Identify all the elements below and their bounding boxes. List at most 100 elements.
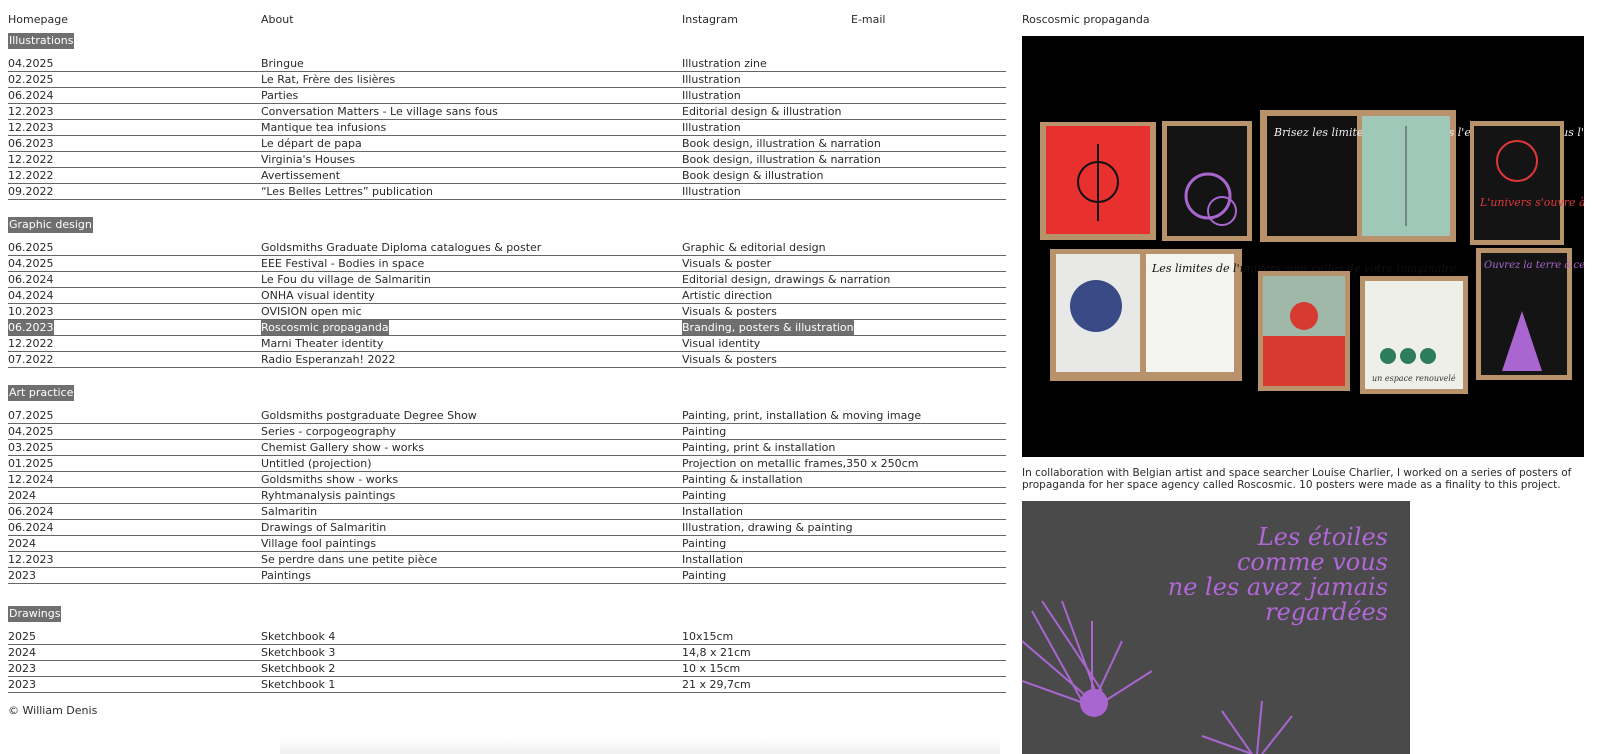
row-title: Paintings bbox=[261, 569, 311, 582]
row-category: Painting bbox=[682, 425, 727, 438]
nav-email-link[interactable]: E-mail bbox=[851, 13, 886, 27]
row-title: “Les Belles Lettres” publication bbox=[261, 185, 433, 198]
table-row[interactable]: 12.2024 Goldsmiths show - works Painting &… bbox=[8, 472, 1006, 488]
table-row[interactable]: 02.2025 Le Rat, Frère des lisières Illustr… bbox=[8, 72, 1006, 88]
nav-instagram-link[interactable]: Instagram bbox=[682, 13, 738, 27]
row-category: Installation bbox=[682, 553, 743, 566]
row-category: Illustration bbox=[682, 73, 741, 86]
row-category: Painting, print & installation bbox=[682, 441, 836, 454]
row-date: 07.2025 bbox=[8, 409, 54, 422]
row-date: 03.2025 bbox=[8, 441, 54, 454]
row-title: Salmaritin bbox=[261, 505, 318, 518]
row-title: OVISION open mic bbox=[261, 305, 362, 318]
row-category: Painting, print, installation & moving i… bbox=[682, 409, 922, 422]
row-category: Painting bbox=[682, 537, 727, 550]
table-row[interactable]: 2024 Village fool paintings Painting bbox=[8, 536, 1006, 552]
nav-about-link[interactable]: About bbox=[261, 13, 294, 27]
bottom-shadow bbox=[280, 738, 1000, 754]
row-date: 09.2022 bbox=[8, 185, 54, 198]
row-category: Illustration bbox=[682, 185, 741, 198]
row-category: Artistic direction bbox=[682, 289, 773, 302]
row-title: Sketchbook 1 bbox=[261, 678, 336, 691]
table-row[interactable]: 01.2025 Untitled (projection) Projection o… bbox=[8, 456, 1006, 472]
row-date: 2024 bbox=[8, 646, 36, 659]
section-label-drawings: Drawings bbox=[8, 606, 62, 622]
table-row[interactable]: 07.2022 Radio Esperanzah! 2022 Visuals & p… bbox=[8, 352, 1006, 368]
table-row[interactable]: 03.2025 Chemist Gallery show - works Paint… bbox=[8, 440, 1006, 456]
table-row[interactable]: 06.2025 Goldsmiths Graduate Diploma catal… bbox=[8, 240, 1006, 256]
nav-homepage-link[interactable]: Homepage bbox=[8, 13, 68, 27]
row-title: Bringue bbox=[261, 57, 304, 70]
table-row[interactable]: 2025 Sketchbook 4 10x15cm bbox=[8, 629, 1006, 645]
row-category: Installation bbox=[682, 505, 743, 518]
row-date: 2024 bbox=[8, 489, 36, 502]
row-category: Visuals & poster bbox=[682, 257, 772, 270]
row-title: Goldsmiths postgraduate Degree Show bbox=[261, 409, 477, 422]
table-row[interactable]: 04.2025 Series - corpogeography Painting bbox=[8, 424, 1006, 440]
row-title: Conversation Matters - Le village sans f… bbox=[261, 105, 498, 118]
table-row[interactable]: 06.2024 Le Fou du village de Salmaritin Ed… bbox=[8, 272, 1006, 288]
table-row[interactable]: 12.2023 Se perdre dans une petite pièce In… bbox=[8, 552, 1006, 568]
table-row[interactable]: 12.2022 Virginia's Houses Book design, ill… bbox=[8, 152, 1006, 168]
posters-photo-svg: Brisez les limites imposées dans l'espac… bbox=[1022, 36, 1584, 457]
section-label-illustrations: Illustrations bbox=[8, 33, 75, 49]
table-row[interactable]: 06.2024 Salmaritin Installation bbox=[8, 504, 1006, 520]
table-row[interactable]: 12.2023 Conversation Matters - Le village… bbox=[8, 104, 1006, 120]
row-date: 04.2025 bbox=[8, 57, 54, 70]
row-date: 04.2024 bbox=[8, 289, 54, 302]
poster-closeup: Les étoiles comme vous ne les avez jamai… bbox=[1022, 501, 1410, 754]
table-row[interactable]: 12.2022 Avertissement Book design & illust… bbox=[8, 168, 1006, 184]
table-row[interactable]: 2024 Ryhtmanalysis paintings Painting bbox=[8, 488, 1006, 504]
poster-headline: Les étoiles comme vous ne les avez jamai… bbox=[1168, 525, 1388, 625]
row-date: 01.2025 bbox=[8, 457, 54, 470]
row-title: Ryhtmanalysis paintings bbox=[261, 489, 396, 502]
table-row[interactable]: 2023 Paintings Painting bbox=[8, 568, 1006, 584]
project-description: In collaboration with Belgian artist and… bbox=[1022, 467, 1572, 491]
table-row[interactable]: 10.2023 OVISION open mic Visuals & posters bbox=[8, 304, 1006, 320]
row-title: Marni Theater identity bbox=[261, 337, 384, 350]
table-row[interactable]: 07.2025 Goldsmiths postgraduate Degree Sh… bbox=[8, 408, 1006, 424]
table-row[interactable]: 12.2023 Mantique tea infusions Illustratio… bbox=[8, 120, 1006, 136]
table-row[interactable]: 06.2023 Le départ de papa Book design, ill… bbox=[8, 136, 1006, 152]
poster-6 bbox=[1258, 271, 1350, 391]
table-row[interactable]: 06.2023 Roscosmic propaganda Branding, pos… bbox=[8, 320, 1006, 336]
row-date: 06.2023 bbox=[8, 320, 54, 335]
table-row[interactable]: 2024 Sketchbook 3 14,8 x 21cm bbox=[8, 645, 1006, 661]
table-row[interactable]: 2023 Sketchbook 1 21 x 29,7cm bbox=[8, 677, 1006, 693]
row-category: Visual identity bbox=[682, 337, 761, 350]
row-date: 2023 bbox=[8, 569, 36, 582]
row-title: Se perdre dans une petite pièce bbox=[261, 553, 438, 566]
row-title: ONHA visual identity bbox=[261, 289, 375, 302]
row-category: Painting bbox=[682, 569, 727, 582]
table-row[interactable]: 06.2024 Drawings of Salmaritin Illustratio… bbox=[8, 520, 1006, 536]
row-title: Goldsmiths show - works bbox=[261, 473, 399, 486]
section-graphic-design: Graphic design 06.2025 Goldsmiths Graduat… bbox=[8, 217, 1006, 368]
section-art-practice: Art practice 07.2025 Goldsmiths postgradu… bbox=[8, 385, 1006, 584]
table-row[interactable]: 2023 Sketchbook 2 10 x 15cm bbox=[8, 661, 1006, 677]
row-date: 12.2023 bbox=[8, 121, 54, 134]
row-title: Untitled (projection) bbox=[261, 457, 372, 470]
table-row[interactable]: 04.2025 Bringue Illustration zine bbox=[8, 56, 1006, 72]
table-row[interactable]: 09.2022 “Les Belles Lettres” publication I… bbox=[8, 184, 1006, 200]
row-date: 06.2023 bbox=[8, 137, 54, 150]
rows-drawings: 2025 Sketchbook 4 10x15cm 2024 Sketchbook 3 1… bbox=[8, 629, 1006, 693]
row-category: Painting bbox=[682, 489, 727, 502]
row-date: 02.2025 bbox=[8, 73, 54, 86]
row-category: Editorial design & illustration bbox=[682, 105, 842, 118]
table-row[interactable]: 04.2025 EEE Festival - Bodies in space Vis… bbox=[8, 256, 1006, 272]
row-date: 04.2025 bbox=[8, 425, 54, 438]
table-row[interactable]: 04.2024 ONHA visual identity Artistic dire… bbox=[8, 288, 1006, 304]
row-title: Goldsmiths Graduate Diploma catalogues &… bbox=[261, 241, 542, 254]
row-category: Visuals & posters bbox=[682, 305, 777, 318]
row-date: 2023 bbox=[8, 678, 36, 691]
row-category: 14,8 x 21cm bbox=[682, 646, 751, 659]
rows-graphic-design: 06.2025 Goldsmiths Graduate Diploma catal… bbox=[8, 240, 1006, 368]
table-row[interactable]: 06.2024 Parties Illustration bbox=[8, 88, 1006, 104]
row-category: Book design & illustration bbox=[682, 169, 824, 182]
row-title: Chemist Gallery show - works bbox=[261, 441, 425, 454]
row-category: 10 x 15cm bbox=[682, 662, 741, 675]
row-date: 12.2022 bbox=[8, 169, 54, 182]
section-label-graphic-design: Graphic design bbox=[8, 217, 93, 233]
row-category: Branding, posters & illustration bbox=[682, 320, 854, 335]
table-row[interactable]: 12.2022 Marni Theater identity Visual iden… bbox=[8, 336, 1006, 352]
